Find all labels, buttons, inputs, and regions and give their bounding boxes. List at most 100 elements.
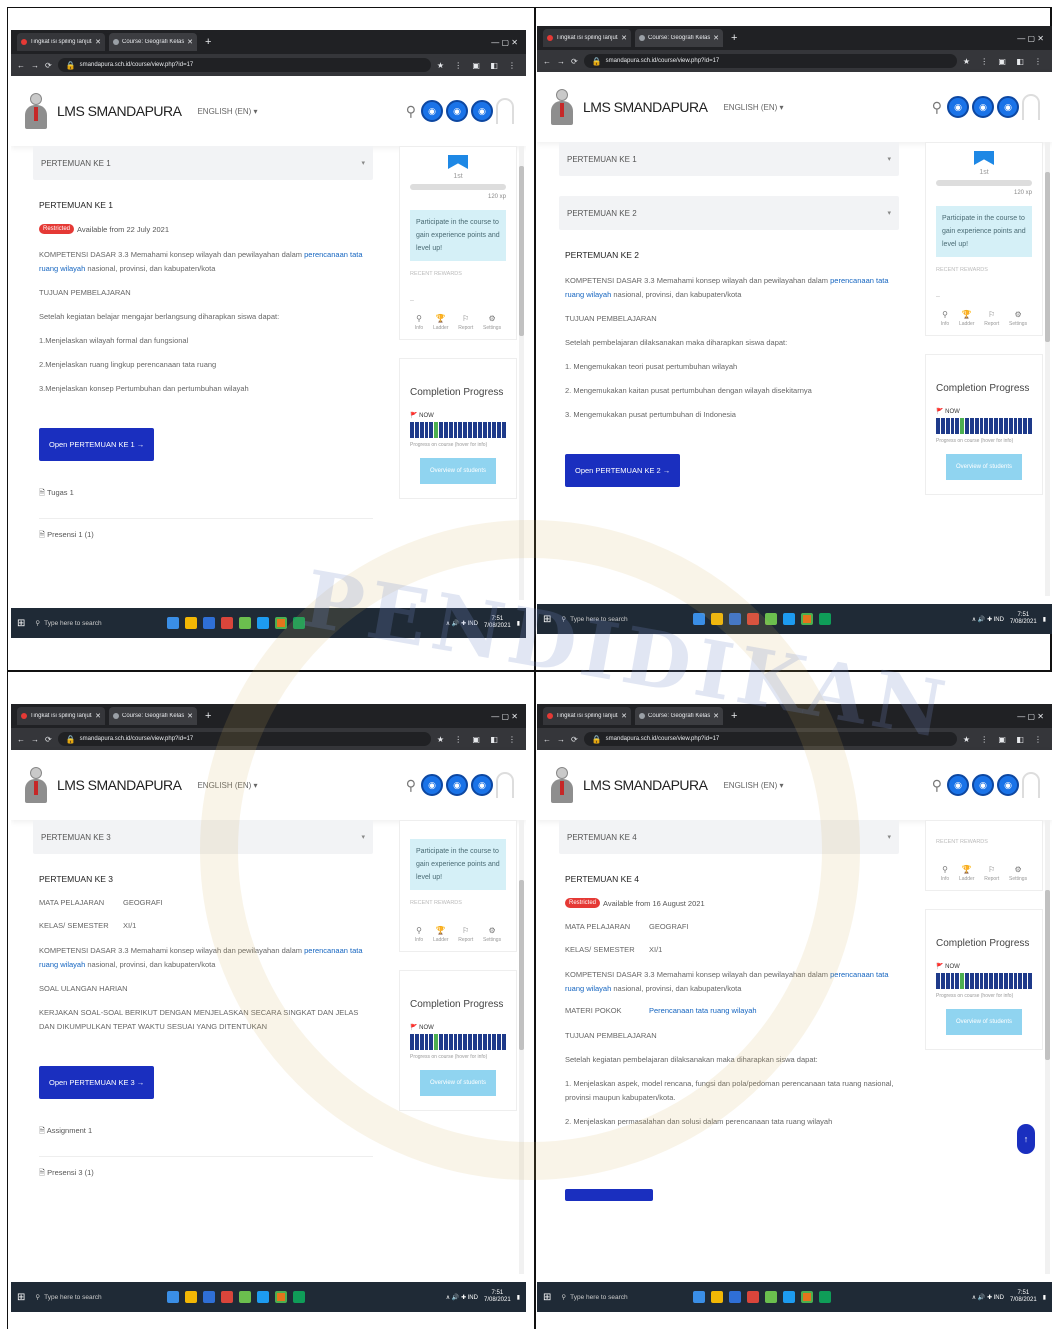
progress-segment[interactable] <box>998 418 1003 434</box>
progress-segment[interactable] <box>439 422 443 438</box>
progress-segment[interactable] <box>419 1034 424 1050</box>
chrome-icon[interactable] <box>801 613 814 625</box>
powerpoint-icon[interactable] <box>221 617 234 629</box>
progress-segment[interactable] <box>492 1034 497 1050</box>
site-brand[interactable]: LMS SMANDAPURA <box>583 99 708 115</box>
activity-item[interactable]: 🗎 Tugas 1 <box>39 487 373 500</box>
progress-segment[interactable] <box>410 1034 414 1050</box>
progress-segment[interactable] <box>1003 973 1008 989</box>
level-up-nav-item[interactable]: ⚲ Info <box>941 865 949 882</box>
close-tab-icon[interactable]: ✕ <box>95 38 101 46</box>
notifications-icon[interactable]: ◉ <box>421 774 443 796</box>
back-icon[interactable]: ← <box>543 735 551 744</box>
progress-segment[interactable] <box>969 973 974 989</box>
progress-segment[interactable] <box>1013 418 1018 434</box>
level-up-nav-item[interactable]: ⚙ Settings <box>1009 865 1027 882</box>
progress-segment[interactable] <box>945 418 950 434</box>
file-explorer-icon[interactable] <box>185 1291 198 1303</box>
progress-segment[interactable] <box>1003 418 1008 434</box>
language-selector[interactable]: ENGLISH (EN) ▾ <box>723 103 783 112</box>
address-bar[interactable]: 🔒 smandapura.sch.id/course/view.php?id=1… <box>583 54 957 68</box>
app-icon[interactable] <box>257 617 270 629</box>
progress-segment[interactable] <box>487 422 492 438</box>
avatar[interactable] <box>496 772 514 798</box>
extension-icons[interactable]: ★ ⋮ ▣ ◧ ⋮ <box>963 735 1046 744</box>
open-section-button[interactable]: Open PERTEMUAN KE 3 → <box>39 1066 155 1099</box>
progress-segment[interactable] <box>497 422 502 438</box>
extension-icons[interactable]: ★ ⋮ ▣ ◧ ⋮ <box>437 61 520 70</box>
word-icon[interactable] <box>729 613 742 625</box>
word-icon[interactable] <box>203 617 216 629</box>
progress-segment[interactable] <box>1008 973 1013 989</box>
progress-segment[interactable] <box>472 422 477 438</box>
progress-segment[interactable] <box>936 418 940 434</box>
chevron-down-icon[interactable]: ▾ <box>361 159 365 167</box>
activity-item[interactable]: 🗎 Assignment 1 <box>39 1125 373 1138</box>
level-up-nav-item[interactable]: ⚐ Report <box>984 865 999 882</box>
progress-segment[interactable] <box>492 422 497 438</box>
reload-icon[interactable]: ⟳ <box>45 61 52 70</box>
level-up-nav-item[interactable]: ⚲ Info <box>415 314 423 331</box>
section-accordion[interactable]: PERTEMUAN KE 1 ▾ <box>33 146 373 180</box>
progress-segment[interactable] <box>955 418 960 434</box>
progress-segment[interactable] <box>410 422 414 438</box>
level-up-nav-item[interactable]: ⚲ Info <box>415 926 423 943</box>
file-explorer-icon[interactable] <box>185 617 198 629</box>
progress-segment[interactable] <box>414 422 419 438</box>
level-up-nav-item[interactable]: ⚐ Report <box>984 310 999 327</box>
chevron-down-icon[interactable]: ▾ <box>887 209 891 217</box>
page-scrollbar[interactable] <box>1045 142 1050 596</box>
chevron-down-icon[interactable]: ▾ <box>361 833 365 841</box>
progress-segment[interactable] <box>950 418 955 434</box>
progress-segment[interactable] <box>945 973 950 989</box>
notifications-icon[interactable]: ◉ <box>947 774 969 796</box>
progress-segment[interactable] <box>429 422 434 438</box>
open-section-button[interactable]: Open PERTEMUAN KE 2 → <box>565 454 681 487</box>
address-bar[interactable]: 🔒 smandapura.sch.id/course/view.php?id=1… <box>583 732 957 746</box>
scrollbar-thumb[interactable] <box>1045 172 1050 342</box>
progress-segment[interactable] <box>502 422 506 438</box>
progress-segment[interactable] <box>979 973 984 989</box>
progress-segment[interactable] <box>974 973 979 989</box>
app-icon[interactable] <box>765 613 778 625</box>
section-accordion[interactable]: PERTEMUAN KE 4 ▾ <box>559 820 899 854</box>
completion-progress-bar[interactable] <box>936 418 1032 434</box>
powerpoint-icon[interactable] <box>221 1291 234 1303</box>
page-scrollbar[interactable] <box>1045 820 1050 1274</box>
scrollbar-thumb[interactable] <box>519 880 524 1050</box>
browser-tab-active[interactable]: Course: Geografi Kelas XI ✕ <box>635 707 723 725</box>
progress-segment[interactable] <box>998 973 1003 989</box>
app-icon[interactable] <box>239 1291 252 1303</box>
school-logo[interactable] <box>549 87 575 127</box>
app-icon[interactable] <box>293 1291 306 1303</box>
edge-icon[interactable] <box>167 1291 180 1303</box>
scrollbar-thumb[interactable] <box>519 166 524 336</box>
close-tab-icon[interactable]: ✕ <box>621 34 627 42</box>
progress-segment[interactable] <box>955 973 960 989</box>
settings-icon[interactable]: ◉ <box>997 774 1019 796</box>
browser-tab-active[interactable]: Course: Geografi Kelas XI ✕ <box>109 33 197 51</box>
messages-icon[interactable]: ◉ <box>972 96 994 118</box>
level-up-nav-item[interactable]: 🏆 Ladder <box>433 314 449 331</box>
chrome-icon[interactable] <box>275 617 288 629</box>
messages-icon[interactable]: ◉ <box>972 774 994 796</box>
app-icon[interactable] <box>257 1291 270 1303</box>
notification-center-icon[interactable]: ▮ <box>1043 616 1046 623</box>
notification-center-icon[interactable]: ▮ <box>1043 1294 1046 1301</box>
notification-center-icon[interactable]: ▮ <box>517 620 520 627</box>
settings-icon[interactable]: ◉ <box>471 100 493 122</box>
language-selector[interactable]: ENGLISH (EN) ▾ <box>723 781 783 790</box>
level-up-nav-item[interactable]: ⚐ Report <box>458 314 473 331</box>
window-controls[interactable]: — ▢ ✕ <box>1017 34 1052 43</box>
forward-icon[interactable]: → <box>557 735 565 744</box>
app-icon[interactable] <box>293 617 306 629</box>
site-brand[interactable]: LMS SMANDAPURA <box>57 103 182 119</box>
language-selector[interactable]: ENGLISH (EN) ▾ <box>197 107 257 116</box>
overview-students-button[interactable]: Overview of students <box>946 1009 1022 1035</box>
avatar[interactable] <box>496 98 514 124</box>
page-scrollbar[interactable] <box>519 146 524 600</box>
progress-segment[interactable] <box>419 422 424 438</box>
progress-segment[interactable] <box>477 1034 482 1050</box>
section-accordion[interactable]: PERTEMUAN KE 2 ▾ <box>559 196 899 230</box>
messages-icon[interactable]: ◉ <box>446 100 468 122</box>
